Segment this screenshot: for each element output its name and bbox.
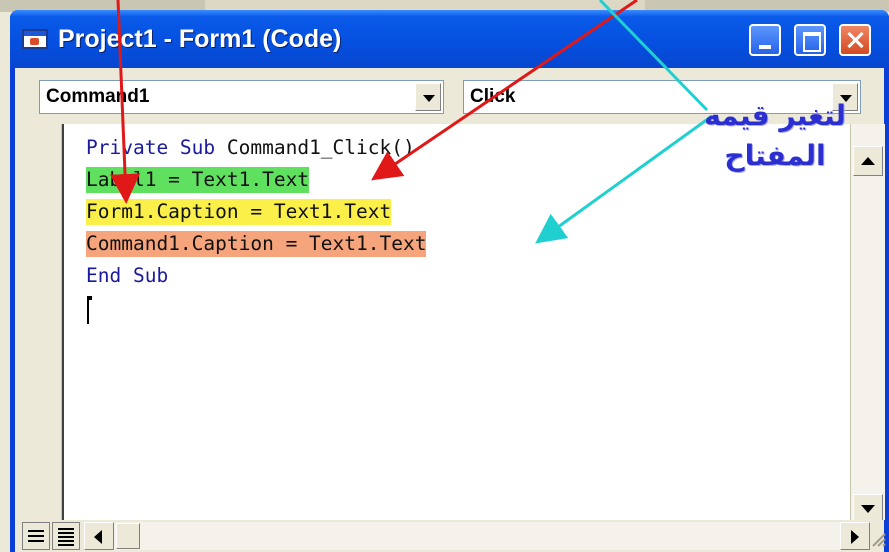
- code-window: Project1 - Form1 (Code) Command1 Click P…: [10, 10, 889, 552]
- code-line[interactable]: Form1.Caption = Text1.Text: [86, 199, 392, 225]
- code-keyword: Private Sub: [86, 136, 227, 159]
- annotation-line-1: لتغير قيمه: [704, 99, 846, 132]
- procedure-view-icon[interactable]: [22, 522, 50, 550]
- annotation-label: لتغير قيمه المفتاح: [700, 96, 850, 176]
- minimize-button[interactable]: [749, 24, 781, 56]
- maximize-button[interactable]: [794, 24, 826, 56]
- object-dropdown[interactable]: Command1: [39, 80, 444, 114]
- code-line[interactable]: Private Sub Command1_Click(): [86, 135, 415, 161]
- window-title: Project1 - Form1 (Code): [58, 25, 342, 53]
- scroll-right-icon[interactable]: [840, 522, 870, 550]
- text-cursor: [87, 296, 92, 324]
- close-button[interactable]: [839, 24, 871, 56]
- title-bar[interactable]: Project1 - Form1 (Code): [10, 10, 889, 68]
- chevron-down-icon[interactable]: [415, 83, 441, 111]
- scroll-thumb[interactable]: [116, 523, 140, 549]
- procedure-dropdown-value: Click: [470, 86, 516, 107]
- vertical-scrollbar[interactable]: [850, 124, 885, 524]
- code-text: Command1_Click(): [226, 136, 415, 159]
- code-editor[interactable]: Private Sub Command1_Click() Label1 = Te…: [62, 124, 850, 520]
- annotation-line-2: المفتاح: [724, 139, 826, 172]
- code-window-icon[interactable]: [22, 29, 48, 49]
- code-line[interactable]: Command1.Caption = Text1.Text: [86, 231, 427, 257]
- code-line[interactable]: Label1 = Text1.Text: [86, 167, 310, 193]
- full-module-view-icon[interactable]: [52, 522, 80, 550]
- scroll-left-icon[interactable]: [84, 522, 114, 550]
- margin-indicator-bar[interactable]: [21, 124, 62, 520]
- code-frame: Private Sub Command1_Click() Label1 = Te…: [15, 124, 887, 552]
- horizontal-scrollbar[interactable]: [84, 522, 870, 550]
- object-dropdown-value: Command1: [46, 86, 150, 107]
- bottom-bar: [20, 520, 884, 552]
- scroll-up-icon[interactable]: [853, 146, 883, 176]
- code-line[interactable]: End Sub: [86, 263, 168, 289]
- resize-grip-icon[interactable]: [867, 524, 887, 550]
